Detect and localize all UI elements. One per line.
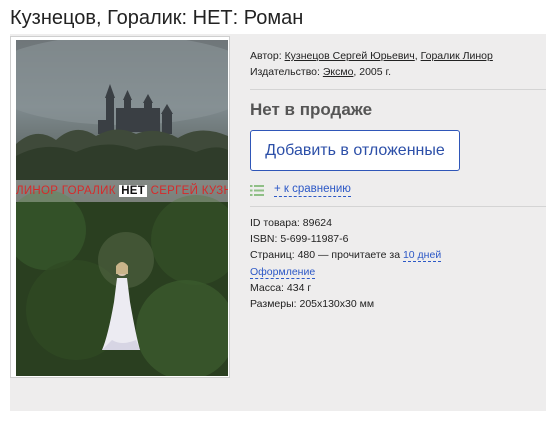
detail-size: Размеры: 205x130x30 мм: [250, 296, 441, 312]
detail-isbn: ISBN: 5-699-11987-6: [250, 231, 441, 247]
cover-title-band: ЛИНОР ГОРАЛИК НЕТ СЕРГЕЙ КУЗНЕЦОВ: [16, 180, 228, 202]
author-separator: ,: [414, 50, 418, 62]
add-to-wishlist-button[interactable]: Добавить в отложенные: [250, 130, 460, 171]
author-line: Автор: Кузнецов Сергей Юрьевич, Горалик …: [250, 50, 493, 62]
divider: [250, 89, 546, 90]
cover-author-left: ЛИНОР ГОРАЛИК: [16, 185, 116, 197]
size-value: 205x130x30 мм: [299, 298, 375, 311]
product-details: ID товара: 89624 ISBN: 5-699-11987-6 Стр…: [250, 215, 442, 312]
read-time-link[interactable]: 10 дней: [402, 249, 442, 263]
publisher-link[interactable]: Эксмо: [323, 66, 354, 78]
list-icon: [250, 184, 264, 196]
detail-mass: Масса: 434 г: [250, 280, 441, 296]
product-card: ЛИНОР ГОРАЛИК НЕТ СЕРГЕЙ КУЗНЕЦОВ Автор:…: [10, 34, 546, 411]
publisher-label: Издательство:: [250, 66, 320, 78]
book-cover-image[interactable]: ЛИНОР ГОРАЛИК НЕТ СЕРГЕЙ КУЗНЕЦОВ: [16, 40, 228, 376]
cover-book-title: НЕТ: [119, 185, 148, 197]
cover-illustration: [16, 40, 228, 376]
divider: [250, 206, 546, 207]
isbn-value: 5-699-11987-6: [280, 233, 349, 246]
publisher-line: Издательство: Эксмо, 2005 г.: [250, 66, 391, 78]
mass-value: 434 г: [286, 281, 312, 294]
author-link-kuznetsov[interactable]: Кузнецов Сергей Юрьевич: [285, 50, 415, 62]
isbn-label: ISBN:: [250, 233, 278, 246]
author-label: Автор:: [250, 50, 282, 62]
add-to-compare-link[interactable]: + к сравнению: [274, 183, 351, 197]
cover-author-right: СЕРГЕЙ КУЗНЕЦОВ: [150, 185, 228, 197]
detail-id: ID товара: 89624: [250, 215, 441, 231]
id-label: ID товара:: [250, 217, 300, 229]
detail-pages: Страниц: 480 — прочитаете за 10 дней: [250, 247, 442, 263]
availability-status: Нет в продаже: [250, 100, 373, 119]
compare-control[interactable]: + к сравнению: [250, 182, 351, 198]
size-label: Размеры:: [250, 298, 297, 311]
design-link[interactable]: Оформление: [250, 265, 316, 279]
author-link-goralik[interactable]: Горалик Линор: [421, 50, 493, 62]
mass-label: Масса:: [250, 281, 284, 294]
pages-text: Страниц: 480 — прочитаете за: [250, 249, 401, 262]
publish-year: , 2005 г.: [353, 66, 391, 78]
page-title: Кузнецов, Горалик: НЕТ: Роман: [10, 7, 304, 29]
book-cover-frame[interactable]: ЛИНОР ГОРАЛИК НЕТ СЕРГЕЙ КУЗНЕЦОВ: [10, 36, 230, 378]
id-value: 89624: [302, 217, 332, 229]
detail-design: Оформление: [250, 264, 441, 280]
